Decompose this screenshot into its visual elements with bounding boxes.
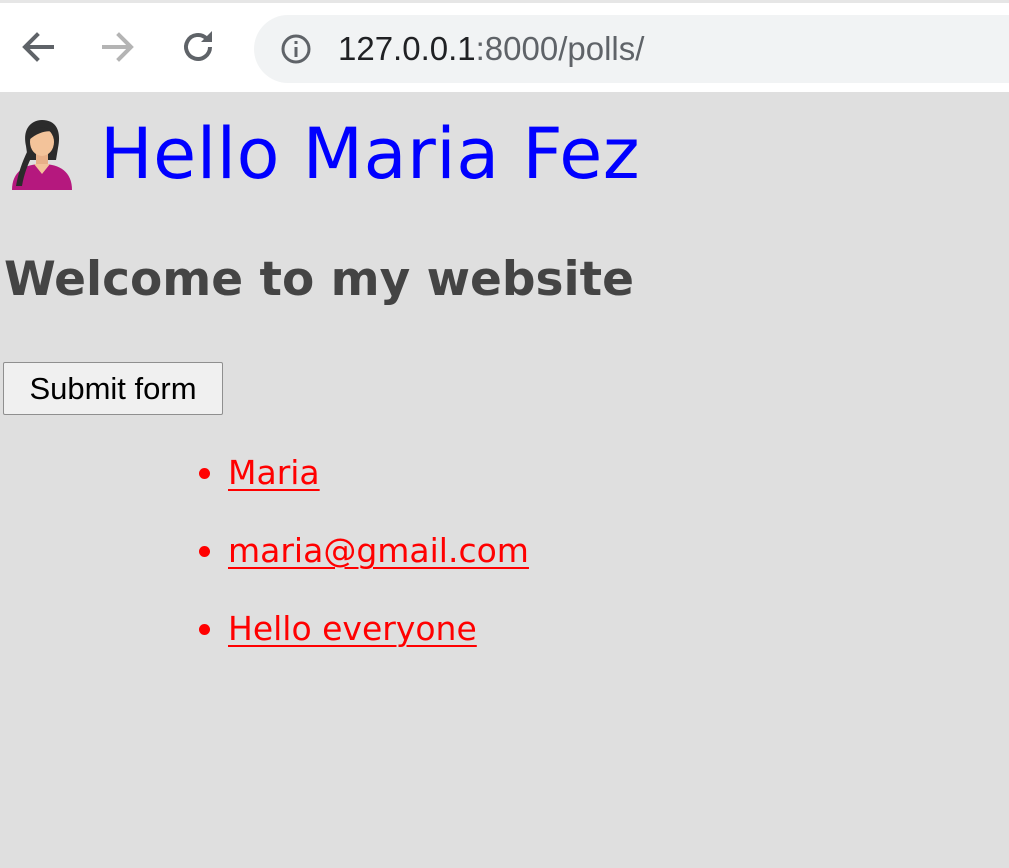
link-hello-everyone[interactable]: Hello everyone — [228, 609, 477, 648]
link-list: Maria maria@gmail.com Hello everyone — [199, 448, 529, 682]
back-button[interactable] — [14, 23, 62, 71]
info-icon[interactable] — [280, 33, 312, 65]
browser-toolbar: 127.0.0.1:8000/polls/ — [0, 0, 1009, 92]
submit-form-button[interactable]: Submit form — [3, 362, 223, 415]
address-bar[interactable]: 127.0.0.1:8000/polls/ — [254, 15, 1009, 83]
arrow-right-icon — [102, 32, 134, 62]
forward-button[interactable] — [94, 23, 142, 71]
greeting-heading: Hello Maria Fez — [100, 113, 641, 195]
bullet — [199, 468, 210, 479]
url-host: 127.0.0.1 — [338, 30, 476, 67]
greeting-row: Hello Maria Fez — [8, 114, 640, 194]
reload-icon — [184, 31, 212, 61]
welcome-heading: Welcome to my website — [4, 252, 634, 307]
list-item: Hello everyone — [199, 604, 529, 682]
reload-button[interactable] — [174, 23, 222, 71]
arrow-left-icon — [22, 32, 54, 62]
link-maria[interactable]: Maria — [228, 453, 320, 492]
url-text[interactable]: 127.0.0.1:8000/polls/ — [338, 30, 644, 68]
bullet — [199, 624, 210, 635]
list-item: maria@gmail.com — [199, 526, 529, 604]
list-item: Maria — [199, 448, 529, 526]
link-email[interactable]: maria@gmail.com — [228, 531, 529, 570]
bullet — [199, 546, 210, 557]
page-content: Hello Maria Fez Welcome to my website Su… — [0, 92, 1009, 868]
url-path: :8000/polls/ — [475, 30, 645, 67]
avatar-icon — [12, 120, 72, 190]
